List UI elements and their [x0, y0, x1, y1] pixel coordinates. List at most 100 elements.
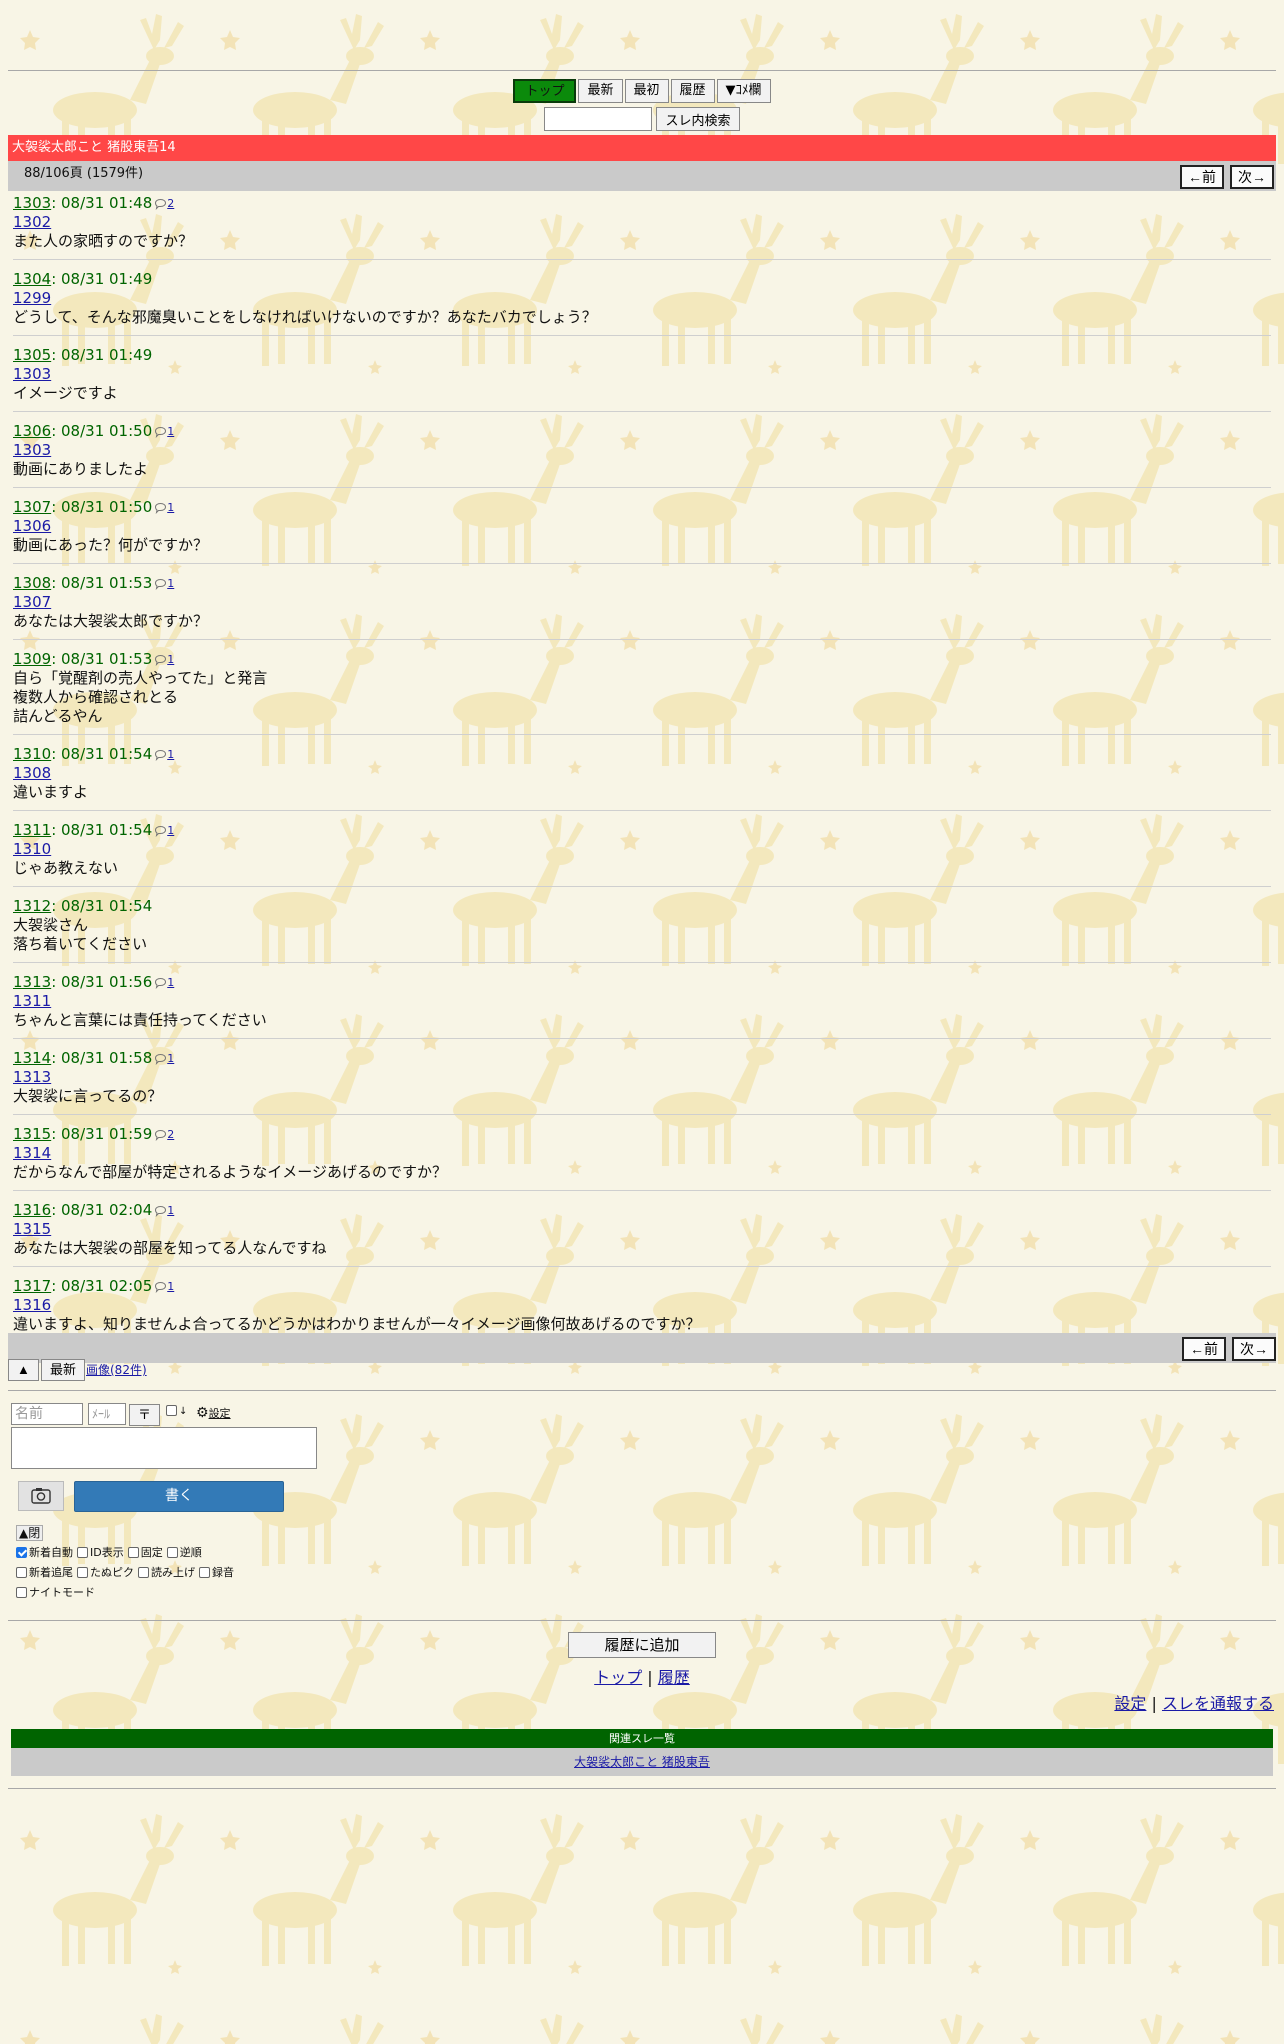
option-checkbox[interactable] [16, 1567, 27, 1578]
reply-count[interactable]: 1 [154, 422, 174, 441]
reply-anchor-link[interactable]: 1303 [13, 441, 1271, 460]
reply-count-number[interactable]: 1 [167, 1280, 174, 1293]
reply-anchor-link[interactable]: 1313 [13, 1068, 1271, 1087]
option-toggle[interactable]: 新着追尾 [16, 1563, 73, 1583]
post-number-link[interactable]: 1317 [13, 1277, 51, 1295]
history-link[interactable]: 履歴 [658, 1668, 690, 1687]
nav-first-button[interactable]: 最初 [624, 79, 669, 103]
option-checkbox[interactable] [127, 1547, 139, 1558]
reply-count[interactable]: 1 [154, 498, 174, 517]
reply-anchor-link[interactable]: 1302 [13, 213, 1271, 232]
reply-count[interactable]: 1 [154, 650, 174, 669]
reply-count-number[interactable]: 1 [167, 976, 174, 989]
reply-anchor-link[interactable]: 1306 [13, 517, 1271, 536]
post-number-link[interactable]: 1307 [13, 498, 51, 516]
option-toggle[interactable]: 新着自動 [16, 1543, 73, 1563]
reply-count[interactable]: 1 [154, 574, 174, 593]
reply-anchor-link[interactable]: 1316 [13, 1296, 1271, 1315]
option-checkbox[interactable] [16, 1547, 27, 1558]
prev-page-button[interactable]: ←前 [1180, 165, 1224, 189]
top-link[interactable]: トップ [594, 1668, 642, 1687]
nav-top-button[interactable]: トップ [513, 79, 577, 103]
related-thread-link[interactable]: 大袈裟太郎こと 猪股東吾 [574, 1755, 710, 1769]
option-toggle[interactable]: 読み上げ [138, 1563, 195, 1583]
reply-anchor-link[interactable]: 1311 [13, 992, 1271, 1011]
reply-anchor-link[interactable]: 1307 [13, 593, 1271, 612]
reply-count[interactable]: 1 [154, 973, 174, 992]
options-toggle-button[interactable]: ▲閉 [16, 1525, 44, 1541]
option-checkbox[interactable] [166, 1547, 178, 1558]
option-toggle[interactable]: ID表示 [77, 1543, 124, 1563]
reply-anchor-link[interactable]: 1308 [13, 764, 1271, 783]
reply-anchor-link[interactable]: 1315 [13, 1220, 1271, 1239]
option-toggle[interactable]: たぬピク [77, 1563, 134, 1583]
scroll-top-button[interactable]: ▲ [8, 1359, 39, 1381]
post-number-link[interactable]: 1308 [13, 574, 51, 592]
settings-link[interactable]: ⚙設定 [196, 1405, 231, 1421]
add-history-button[interactable]: 履歴に追加 [568, 1632, 716, 1658]
post-number-link[interactable]: 1313 [13, 973, 51, 991]
nav-latest-button[interactable]: 最新 [578, 79, 623, 103]
post-number-link[interactable]: 1303 [13, 194, 51, 212]
post-number-link[interactable]: 1316 [13, 1201, 51, 1219]
post-number-link[interactable]: 1310 [13, 745, 51, 763]
reply-anchor-link[interactable]: 1299 [13, 289, 1271, 308]
reply-count[interactable]: 1 [154, 745, 174, 764]
name-input[interactable]: 名前 [11, 1403, 83, 1425]
reply-count-number[interactable]: 1 [167, 653, 174, 666]
option-toggle[interactable]: 録音 [199, 1563, 234, 1583]
search-input[interactable] [544, 107, 653, 131]
reply-anchor-link[interactable]: 1303 [13, 365, 1271, 384]
sage-button[interactable]: 〒 [129, 1404, 161, 1426]
reply-anchor-link[interactable]: 1314 [13, 1144, 1271, 1163]
reply-count-number[interactable]: 1 [167, 425, 174, 438]
reply-count[interactable]: 1 [154, 1201, 174, 1220]
footer-settings-link[interactable]: 設定 [1114, 1694, 1146, 1713]
sage-check[interactable]: ↓ [166, 1405, 187, 1417]
post-number-link[interactable]: 1311 [13, 821, 51, 839]
reply-anchor-link[interactable]: 1310 [13, 840, 1271, 859]
reply-count[interactable]: 2 [154, 1125, 174, 1144]
mail-input[interactable]: ﾒｰﾙ [88, 1403, 126, 1425]
post-number-link[interactable]: 1312 [13, 897, 51, 915]
post-button[interactable]: 書く [74, 1481, 284, 1512]
option-toggle[interactable]: 逆順 [166, 1543, 202, 1563]
post-number-link[interactable]: 1309 [13, 650, 51, 668]
reply-count[interactable]: 2 [154, 194, 174, 213]
reply-count-number[interactable]: 1 [167, 824, 174, 837]
reply-count-number[interactable]: 1 [167, 748, 174, 761]
nav-history-button[interactable]: 履歴 [670, 79, 715, 103]
option-checkbox[interactable] [138, 1567, 149, 1578]
message-textarea[interactable] [11, 1427, 317, 1469]
post-number-link[interactable]: 1304 [13, 270, 51, 288]
reply-count[interactable]: 1 [154, 1049, 174, 1068]
option-checkbox[interactable] [16, 1587, 27, 1598]
post-number-link[interactable]: 1315 [13, 1125, 51, 1143]
option-toggle[interactable]: ナイトモード [16, 1583, 95, 1603]
post-number-link[interactable]: 1306 [13, 422, 51, 440]
latest-button[interactable]: 最新 [41, 1359, 86, 1381]
reply-count-number[interactable]: 1 [167, 501, 174, 514]
search-button[interactable]: スレ内検索 [656, 107, 740, 131]
report-thread-link[interactable]: スレを通報する [1162, 1694, 1274, 1713]
sage-checkbox[interactable] [166, 1405, 177, 1416]
next-page-button[interactable]: 次→ [1230, 165, 1274, 189]
camera-button[interactable] [18, 1481, 64, 1511]
reply-count[interactable]: 1 [154, 1277, 174, 1296]
reply-count[interactable]: 1 [154, 821, 174, 840]
next-page-button-bottom[interactable]: 次→ [1232, 1337, 1276, 1361]
reply-count-number[interactable]: 2 [167, 197, 174, 210]
option-checkbox[interactable] [199, 1567, 210, 1578]
images-link[interactable]: 画像(82件) [86, 1361, 147, 1378]
prev-page-button-bottom[interactable]: ←前 [1182, 1337, 1226, 1361]
option-checkbox[interactable] [77, 1547, 88, 1558]
reply-count-number[interactable]: 2 [167, 1128, 174, 1141]
reply-count-number[interactable]: 1 [167, 577, 174, 590]
post-number-link[interactable]: 1314 [13, 1049, 51, 1067]
option-checkbox[interactable] [77, 1567, 88, 1578]
reply-count-number[interactable]: 1 [167, 1052, 174, 1065]
post-number-link[interactable]: 1305 [13, 346, 51, 364]
nav-comment-button[interactable]: ▼ｺﾒ欄 [716, 79, 771, 103]
reply-count-number[interactable]: 1 [167, 1204, 174, 1217]
option-toggle[interactable]: 固定 [127, 1543, 163, 1563]
